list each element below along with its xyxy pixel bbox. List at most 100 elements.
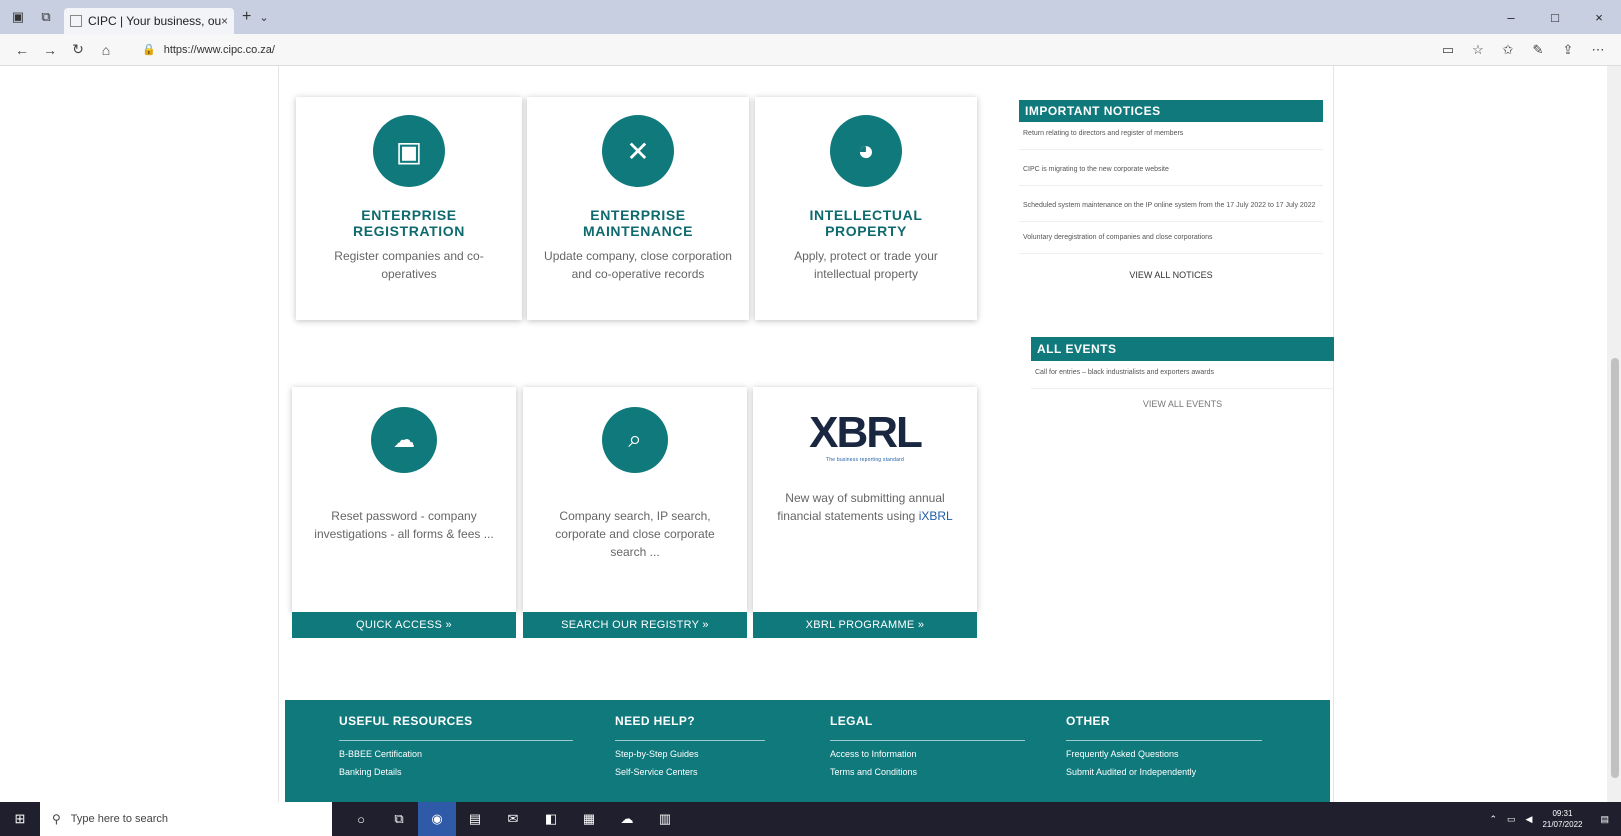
forward-icon[interactable]: → [36, 42, 64, 58]
tab-actions-icon[interactable]: ▣ [8, 7, 28, 27]
quick-access-button[interactable]: QUICK ACCESS » [292, 612, 516, 638]
globe-icon: ◕ [830, 115, 902, 187]
tools-icon: ✕ [602, 115, 674, 187]
notice-link[interactable]: Voluntary deregistration of companies an… [1019, 222, 1323, 254]
search-icon: ⚲ [52, 812, 61, 826]
notifications-icon[interactable]: ▤ [1600, 814, 1609, 825]
footer-link[interactable]: Submit Audited or Independently [1066, 767, 1262, 777]
event-link[interactable]: Call for entries – black industrialists … [1031, 361, 1334, 389]
card-description: Update company, close corporation and co… [544, 249, 732, 281]
view-all-events-link[interactable]: VIEW ALL EVENTS [1031, 399, 1334, 409]
xbrl-logo-text: XBRL [809, 408, 923, 457]
view-all-notices-link[interactable]: VIEW ALL NOTICES [1019, 270, 1323, 280]
word-icon[interactable]: ▥ [646, 802, 684, 836]
card-title: ENTERPRISE MAINTENANCE [582, 207, 694, 239]
pen-icon[interactable]: ✎ [1523, 42, 1553, 58]
url-text: https://www.cipc.co.za/ [163, 43, 275, 56]
address-bar-actions: ▭ ☆ ✩ ✎ ⇪ ⋯ [1433, 34, 1613, 66]
footer-column-other: OTHER Frequently Asked Questions Submit … [1066, 714, 1262, 777]
footer-heading: LEGAL [830, 714, 1025, 741]
notice-link[interactable]: CIPC is migrating to the new corporate w… [1019, 150, 1323, 186]
card-title: ENTERPRISE REGISTRATION [353, 207, 465, 239]
windows-start-icon[interactable]: ⊞ [0, 802, 40, 836]
tab-title: CIPC | Your business, ou [88, 14, 221, 28]
vertical-tabs-icon[interactable]: ⧉ [36, 7, 56, 27]
card-intellectual-property[interactable]: ◕ INTELLECTUAL PROPERTY Apply, protect or… [755, 97, 977, 320]
card-description: New way of submitting annual financial s… [777, 491, 953, 523]
taskbar-apps: ○ ⧉ ◉ ▤ ✉ ◧ ▦ ☁ ▥ [342, 802, 684, 836]
home-icon[interactable]: ⌂ [92, 42, 120, 58]
page-content: ▣ ENTERPRISE REGISTRATION Register compan… [0, 66, 1621, 802]
maximize-button[interactable]: □ [1533, 0, 1577, 34]
page-scrollbar[interactable] [1607, 66, 1621, 802]
footer-link[interactable]: Banking Details [339, 767, 573, 777]
taskbar-search-placeholder: Type here to search [70, 813, 169, 825]
close-window-button[interactable]: × [1577, 0, 1621, 34]
volume-icon[interactable]: ◀ [1526, 814, 1533, 825]
card-description: Apply, protect or trade your intellectua… [794, 249, 938, 281]
outlook-icon[interactable]: ◧ [532, 802, 570, 836]
card-xbrl: XBRL The business reporting standard New… [753, 387, 977, 638]
footer-link[interactable]: Access to Information [830, 749, 1025, 759]
url-field[interactable]: 🔒 https://www.cipc.co.za/ [142, 43, 1342, 57]
minimize-button[interactable]: – [1489, 0, 1533, 34]
address-bar: ← → ↻ ⌂ 🔒 https://www.cipc.co.za/ ▭ ☆ ✩ … [0, 34, 1621, 66]
mail-icon[interactable]: ✉ [494, 802, 532, 836]
card-enterprise-registration[interactable]: ▣ ENTERPRISE REGISTRATION Register compan… [296, 97, 522, 320]
footer-column-resources: USEFUL RESOURCES B-BBEE Certification Ba… [339, 714, 573, 777]
clock-date: 21/07/2022 [1542, 820, 1583, 829]
footer-link[interactable]: Frequently Asked Questions [1066, 749, 1262, 759]
favorite-star-icon[interactable]: ☆ [1463, 42, 1493, 58]
site-footer: USEFUL RESOURCES B-BBEE Certification Ba… [285, 700, 1330, 802]
favicon-icon [70, 15, 82, 27]
share-icon[interactable]: ⇪ [1553, 42, 1583, 58]
favorites-list-icon[interactable]: ✩ [1493, 42, 1523, 58]
footer-link[interactable]: Terms and Conditions [830, 767, 1025, 777]
tab-dropdown-icon[interactable]: ⌄ [259, 11, 268, 24]
card-enterprise-maintenance[interactable]: ✕ ENTERPRISE MAINTENANCE Update company, … [527, 97, 749, 320]
refresh-icon[interactable]: ↻ [64, 41, 92, 58]
footer-link[interactable]: Self-Service Centers [615, 767, 765, 777]
notice-link[interactable]: Return relating to directors and registe… [1019, 122, 1323, 150]
reader-mode-icon[interactable]: ▭ [1433, 42, 1463, 58]
more-options-icon[interactable]: ⋯ [1583, 42, 1613, 58]
xbrl-logo-tagline: The business reporting standard [826, 457, 904, 463]
back-icon[interactable]: ← [8, 42, 36, 58]
taskbar-search-box[interactable]: ⚲ Type here to search [40, 802, 332, 836]
content-border-right [1333, 66, 1334, 802]
card-search-registry: ⌕ Company search, IP search, corporate a… [523, 387, 747, 638]
events-heading: ALL EVENTS [1031, 337, 1334, 361]
browser-tab-bar: ▣ ⧉ CIPC | Your business, ou × + ⌄ – □ × [0, 0, 1621, 34]
excel-icon[interactable]: ▦ [570, 802, 608, 836]
network-icon[interactable]: ▭ [1507, 814, 1516, 825]
card-description: Register companies and co-operatives [334, 249, 484, 281]
xbrl-programme-button[interactable]: XBRL PROGRAMME » [753, 612, 977, 638]
cortana-icon[interactable]: ○ [342, 802, 380, 836]
clock[interactable]: 09:31 21/07/2022 [1542, 808, 1582, 830]
footer-heading: USEFUL RESOURCES [339, 714, 573, 741]
card-description: Reset password - company investigations … [314, 509, 494, 541]
important-notices-panel: IMPORTANT NOTICES Return relating to dir… [1019, 100, 1323, 280]
card-title: INTELLECTUAL PROPERTY [809, 207, 923, 239]
all-events-panel: ALL EVENTS Call for entries – black indu… [1031, 337, 1334, 409]
file-explorer-icon[interactable]: ▤ [456, 802, 494, 836]
task-view-icon[interactable]: ⧉ [380, 802, 418, 836]
footer-link[interactable]: B-BBEE Certification [339, 749, 573, 759]
lock-icon: 🔒 [142, 44, 156, 56]
new-tab-button[interactable]: + [242, 8, 251, 26]
card-description: Company search, IP search, corporate and… [555, 509, 715, 559]
ixbrl-link[interactable]: iXBRL [919, 509, 953, 523]
search-registry-button[interactable]: SEARCH OUR REGISTRY » [523, 612, 747, 638]
system-tray: ⌃ ▭ ◀ 09:31 21/07/2022 ▤ [1489, 802, 1621, 836]
cloud-app-icon[interactable]: ☁ [608, 802, 646, 836]
footer-link[interactable]: Step-by-Step Guides [615, 749, 765, 759]
clock-time: 09:31 [1552, 809, 1573, 818]
tray-chevron-icon[interactable]: ⌃ [1489, 814, 1497, 825]
notice-link[interactable]: Scheduled system maintenance on the IP o… [1019, 186, 1323, 222]
scrollbar-thumb[interactable] [1611, 358, 1619, 778]
browser-tab[interactable]: CIPC | Your business, ou × [64, 8, 234, 34]
tab-close-icon[interactable]: × [221, 14, 228, 28]
footer-column-legal: LEGAL Access to Information Terms and Co… [830, 714, 1025, 777]
notices-heading: IMPORTANT NOTICES [1019, 100, 1323, 122]
edge-browser-icon[interactable]: ◉ [418, 802, 456, 836]
